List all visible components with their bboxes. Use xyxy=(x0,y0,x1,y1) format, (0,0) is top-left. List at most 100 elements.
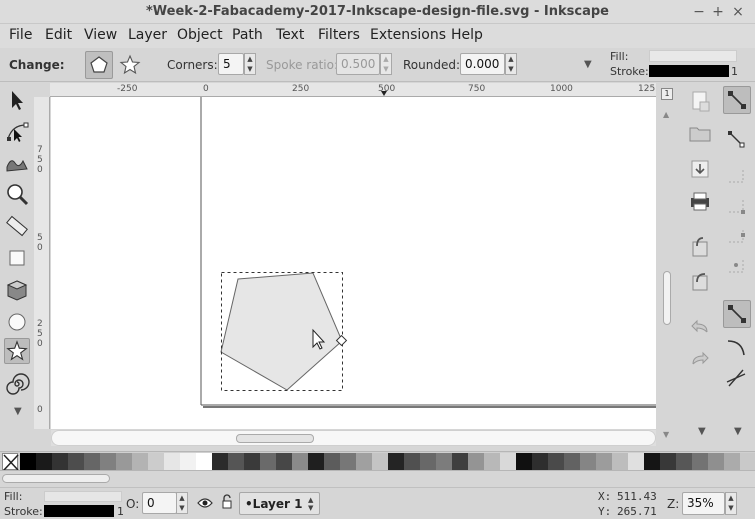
color-swatch[interactable] xyxy=(468,453,484,470)
vertical-scroll-thumb[interactable] xyxy=(663,271,671,325)
ellipse-tool[interactable] xyxy=(4,309,30,335)
menu-layer[interactable]: Layer xyxy=(128,27,167,43)
menu-view[interactable]: View xyxy=(84,27,117,43)
color-swatch[interactable] xyxy=(84,453,100,470)
menu-text[interactable]: Text xyxy=(276,27,304,43)
color-swatch[interactable] xyxy=(612,453,628,470)
stroke-swatch[interactable] xyxy=(649,65,729,77)
snap-nodes-button[interactable] xyxy=(723,300,751,328)
lock-guides-icon[interactable]: 1 xyxy=(661,88,673,100)
color-swatch[interactable] xyxy=(228,453,244,470)
horizontal-scroll-track[interactable] xyxy=(51,430,656,446)
color-swatch[interactable] xyxy=(244,453,260,470)
color-swatch[interactable] xyxy=(404,453,420,470)
commands-more-icon[interactable]: ▼ xyxy=(698,426,706,437)
color-swatch[interactable] xyxy=(596,453,612,470)
color-swatch[interactable] xyxy=(20,453,36,470)
color-swatch[interactable] xyxy=(484,453,500,470)
export-button[interactable] xyxy=(687,268,715,296)
menu-filters[interactable]: Filters xyxy=(318,27,360,43)
color-swatch[interactable] xyxy=(628,453,644,470)
selector-tool[interactable] xyxy=(4,87,30,113)
snap-bbox-midpoint-button[interactable] xyxy=(723,222,751,250)
no-paint-swatch[interactable] xyxy=(2,453,19,470)
menu-object[interactable]: Object xyxy=(177,27,223,43)
opacity-stepper[interactable]: ▲ ▼ xyxy=(176,492,188,514)
import-button[interactable] xyxy=(687,234,715,262)
menu-file[interactable]: File xyxy=(9,27,32,43)
color-swatch[interactable] xyxy=(36,453,52,470)
color-swatch[interactable] xyxy=(548,453,564,470)
color-swatch[interactable] xyxy=(532,453,548,470)
menu-path[interactable]: Path xyxy=(232,27,263,43)
vertical-scrollbar[interactable]: 1 ▲ ▼ xyxy=(656,86,678,439)
rounded-input[interactable]: 0.000 xyxy=(460,53,505,75)
color-swatch[interactable] xyxy=(564,453,580,470)
color-swatch[interactable] xyxy=(516,453,532,470)
rounded-stepper[interactable]: ▲ ▼ xyxy=(505,53,517,75)
close-button[interactable]: × xyxy=(729,3,747,21)
color-swatch[interactable] xyxy=(708,453,724,470)
color-swatch[interactable] xyxy=(388,453,404,470)
pentagon-shape[interactable] xyxy=(220,272,343,391)
layer-lock-toggle[interactable] xyxy=(220,494,234,510)
color-swatch[interactable] xyxy=(452,453,468,470)
snap-toggle-button[interactable] xyxy=(723,86,751,114)
zoom-stepper[interactable]: ▲ ▼ xyxy=(725,492,737,515)
horizontal-scrollbar[interactable] xyxy=(51,430,656,446)
color-swatch[interactable] xyxy=(372,453,388,470)
status-stroke-swatch[interactable] xyxy=(44,505,114,517)
corners-input[interactable]: 5 xyxy=(218,53,244,75)
print-button[interactable] xyxy=(687,188,715,216)
color-swatch[interactable] xyxy=(148,453,164,470)
snap-more-icon[interactable]: ▼ xyxy=(734,426,742,437)
horizontal-scroll-thumb[interactable] xyxy=(236,434,314,443)
color-swatch[interactable] xyxy=(740,453,755,470)
scroll-up-icon[interactable]: ▲ xyxy=(663,110,669,119)
color-swatch[interactable] xyxy=(580,453,596,470)
color-swatch[interactable] xyxy=(164,453,180,470)
redo-button[interactable] xyxy=(687,346,715,374)
toolbox-more-icon[interactable]: ▼ xyxy=(14,406,22,417)
snap-bbox-button[interactable] xyxy=(723,126,751,154)
snap-bbox-edge-button[interactable] xyxy=(723,162,751,190)
spoke-ratio-input[interactable]: 0.500 xyxy=(336,53,380,75)
color-swatch[interactable] xyxy=(356,453,372,470)
color-swatch[interactable] xyxy=(180,453,196,470)
menu-help[interactable]: Help xyxy=(451,27,483,43)
zoom-input[interactable]: 35% xyxy=(682,492,725,515)
maximize-button[interactable]: + xyxy=(709,3,727,21)
spoke-ratio-stepper[interactable]: ▲ ▼ xyxy=(380,53,392,75)
palette-scrollbar[interactable] xyxy=(0,472,755,486)
fill-swatch[interactable] xyxy=(649,50,737,62)
scroll-down-icon[interactable]: ▼ xyxy=(663,430,669,439)
undo-button[interactable] xyxy=(687,314,715,342)
color-swatch[interactable] xyxy=(324,453,340,470)
color-swatch[interactable] xyxy=(212,453,228,470)
zoom-tool[interactable] xyxy=(4,181,30,207)
color-swatch[interactable] xyxy=(292,453,308,470)
star-mode-button[interactable] xyxy=(116,51,144,79)
color-swatch[interactable] xyxy=(420,453,436,470)
spiral-tool[interactable] xyxy=(4,371,30,397)
open-button[interactable] xyxy=(687,120,715,148)
controls-overflow-arrow-icon[interactable]: ▼ xyxy=(584,59,592,70)
color-swatch[interactable] xyxy=(52,453,68,470)
layer-visibility-toggle[interactable] xyxy=(197,496,213,510)
color-swatch[interactable] xyxy=(660,453,676,470)
color-swatch[interactable] xyxy=(132,453,148,470)
opacity-input[interactable]: 0 xyxy=(142,492,177,514)
color-swatch[interactable] xyxy=(260,453,276,470)
snap-bbox-corner-button[interactable] xyxy=(723,192,751,220)
color-swatch[interactable] xyxy=(100,453,116,470)
status-fill-swatch[interactable] xyxy=(44,491,122,502)
color-swatch[interactable] xyxy=(692,453,708,470)
rectangle-tool[interactable] xyxy=(4,245,30,271)
snap-intersections-button[interactable] xyxy=(723,364,751,392)
color-swatch[interactable] xyxy=(340,453,356,470)
color-swatch[interactable] xyxy=(436,453,452,470)
3d-box-tool[interactable] xyxy=(4,277,30,303)
palette-scroll-thumb[interactable] xyxy=(2,474,110,483)
color-swatch[interactable] xyxy=(68,453,84,470)
save-button[interactable] xyxy=(687,156,715,184)
